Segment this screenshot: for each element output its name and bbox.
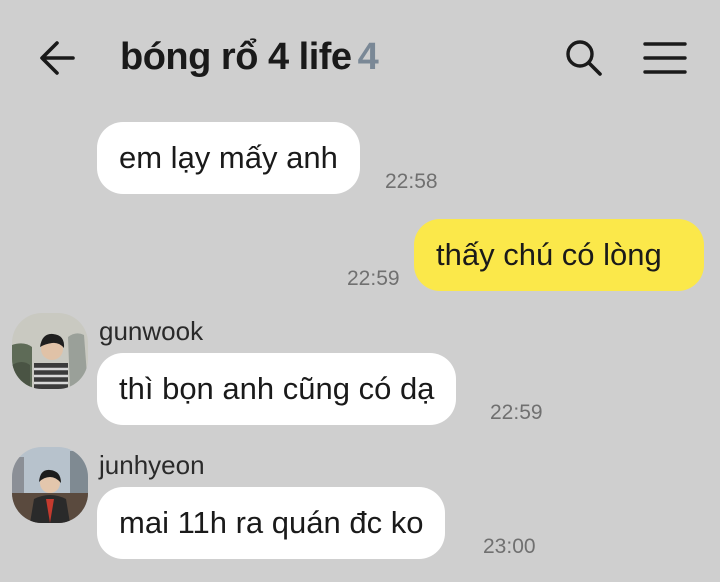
hamburger-menu-icon bbox=[643, 42, 687, 74]
sender-name: gunwook bbox=[99, 316, 204, 346]
my-message-bubble[interactable]: thấy chú có lòng bbox=[414, 219, 704, 291]
message-text: em lạy mấy anh bbox=[119, 140, 338, 175]
message-time: 22:58 bbox=[385, 170, 438, 193]
back-arrow-icon bbox=[40, 41, 75, 75]
message-text: thấy chú có lòng bbox=[436, 237, 662, 272]
message-bubble[interactable]: mai 11h ra quán đc ko bbox=[97, 487, 446, 559]
sender-name: junhyeon bbox=[99, 450, 205, 480]
avatar[interactable] bbox=[12, 313, 88, 389]
search-button[interactable] bbox=[560, 34, 608, 82]
menu-button[interactable] bbox=[640, 34, 690, 82]
message-text: thì bọn anh cũng có dạ bbox=[119, 371, 435, 406]
message-time: 23:00 bbox=[483, 535, 536, 558]
message-time: 22:59 bbox=[347, 267, 400, 290]
avatar[interactable] bbox=[12, 447, 88, 523]
message-text: mai 11h ra quán đc ko bbox=[119, 505, 424, 540]
chat-room-name: bóng rổ 4 life bbox=[120, 36, 352, 78]
chat-title: bóng rổ 4 life 4 bbox=[120, 36, 379, 79]
avatar-image bbox=[12, 313, 88, 389]
member-count: 4 bbox=[357, 36, 379, 78]
message-time: 22:59 bbox=[490, 401, 543, 424]
search-icon bbox=[566, 40, 602, 76]
avatar-image bbox=[12, 447, 88, 523]
chat-header: bóng rổ 4 life 4 bbox=[0, 0, 720, 116]
message-bubble[interactable]: em lạy mấy anh bbox=[97, 122, 360, 194]
message-bubble[interactable]: thì bọn anh cũng có dạ bbox=[97, 353, 457, 425]
back-button[interactable] bbox=[34, 36, 80, 80]
